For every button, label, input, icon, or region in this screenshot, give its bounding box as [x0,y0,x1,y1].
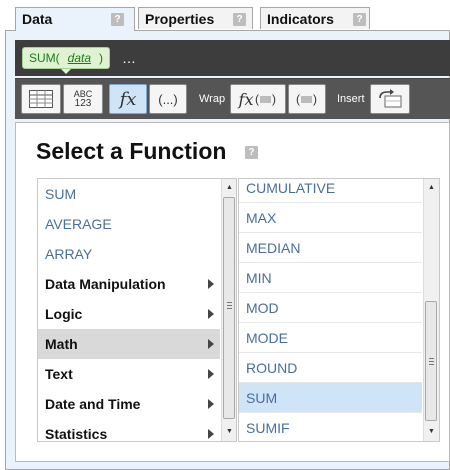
category-math[interactable]: Math [38,329,220,359]
list-item-array[interactable]: ARRAY [38,239,220,269]
scrollbar[interactable]: ▲ ▼ [423,179,439,441]
scrollbar[interactable]: ▲ ▼ [221,179,236,441]
scroll-down-icon[interactable]: ▼ [424,425,439,439]
tab-data[interactable]: Data ? [15,7,135,31]
table-icon [29,90,53,108]
category-text[interactable]: Text [38,359,220,389]
tab-indicators-label: Indicators [267,11,334,27]
chip-pointer [61,69,71,74]
function-button[interactable]: fx [109,84,147,114]
function-item[interactable]: MODE [239,323,422,353]
svg-text:): ) [272,92,276,106]
formula-close: ) [99,51,104,65]
paren-box-icon: ( ) [255,92,276,106]
chevron-right-icon [208,399,214,409]
fx-icon: fx [119,88,137,110]
paren-label: (...) [158,91,178,107]
tab-data-label: Data [22,11,53,27]
chevron-right-icon [208,339,214,349]
list-item-sum[interactable]: SUM [38,179,220,209]
insert-label: Insert [337,93,365,105]
parentheses-button[interactable]: (...) [149,84,187,114]
insert-icon [379,89,402,108]
function-list: CUMULATIVE MAX MEDIAN MIN MOD MODE ROUND… [238,178,440,442]
help-icon[interactable]: ? [233,13,246,26]
scroll-up-icon[interactable]: ▲ [424,181,439,195]
function-item[interactable]: MIN [239,263,422,293]
svg-text:(: ( [255,92,259,106]
category-statistics[interactable]: Statistics [38,419,220,441]
svg-text:(: ( [296,92,300,106]
tab-properties-label: Properties [145,11,215,27]
formula-more[interactable]: … [122,50,136,66]
fx-wrap-icon: fx [238,89,254,109]
chevron-right-icon [208,429,214,439]
chevron-right-icon [208,369,214,379]
help-icon[interactable]: ? [111,13,124,26]
function-item[interactable]: SUMIF [239,413,422,441]
function-item[interactable]: SUM [239,383,422,413]
function-item[interactable]: CUMULATIVE [239,179,422,203]
table-button[interactable] [21,84,61,114]
category-list: SUM AVERAGE ARRAY Data Manipulation Logi… [37,178,237,442]
tab-indicators[interactable]: Indicators ? [260,7,370,29]
category-logic[interactable]: Logic [38,299,220,329]
toolbar: ABC 123 fx (...) Wrap fx ( ) ( ) Insert [15,78,450,119]
category-data-manipulation[interactable]: Data Manipulation [38,269,220,299]
chevron-right-icon [208,279,214,289]
scroll-thumb[interactable] [223,197,235,419]
formula-bar: SUM( data) … [15,40,450,76]
text-number-button[interactable]: ABC 123 [63,84,103,114]
scroll-up-icon[interactable]: ▲ [222,181,236,195]
scroll-down-icon[interactable]: ▼ [222,425,236,439]
list-item-average[interactable]: AVERAGE [38,209,220,239]
help-icon[interactable]: ? [245,146,258,159]
wrap-parentheses-button[interactable]: ( ) [288,84,326,114]
function-item[interactable]: ROUND [239,353,422,383]
function-item[interactable]: MAX [239,203,422,233]
scroll-thumb[interactable] [425,301,437,421]
help-icon[interactable]: ? [353,13,366,26]
category-date-and-time[interactable]: Date and Time [38,389,220,419]
chevron-right-icon [208,309,214,319]
insert-button[interactable] [370,84,410,114]
wrap-function-button[interactable]: fx ( ) [230,84,286,114]
num-label: 123 [74,98,92,109]
page-title: Select a Function [36,138,227,164]
wrap-label: Wrap [199,93,226,105]
formula-func: SUM( [29,51,60,65]
function-item[interactable]: MOD [239,293,422,323]
function-item[interactable]: MEDIAN [239,233,422,263]
paren-box-icon: ( ) [296,92,317,106]
formula-arg-data[interactable]: data [68,51,91,65]
formula-token-sum[interactable]: SUM( data) [22,47,111,69]
svg-text:): ) [313,92,317,106]
tab-properties[interactable]: Properties ? [138,7,253,29]
